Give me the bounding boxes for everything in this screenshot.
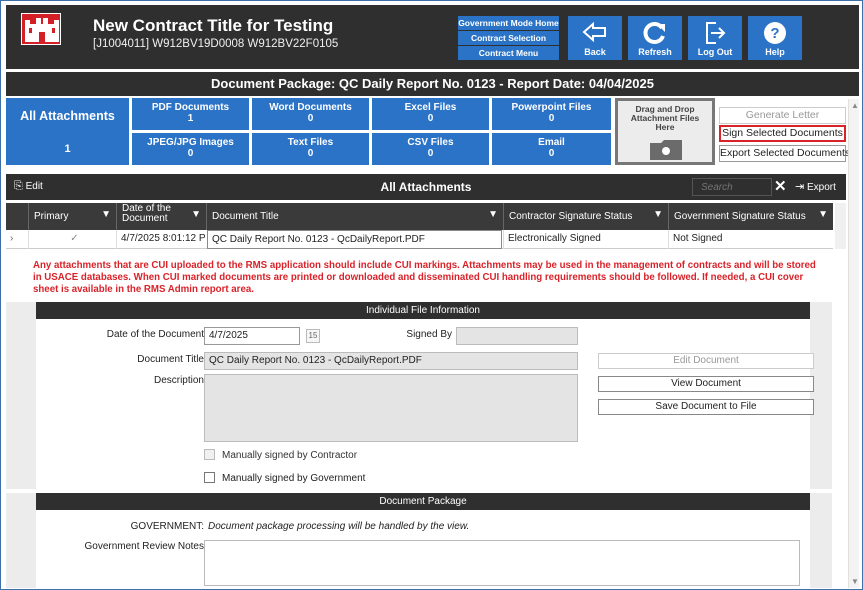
document-title-label: Document Title xyxy=(137,354,204,365)
government-label: GOVERNMENT: xyxy=(130,521,204,532)
log-out-button[interactable]: Log Out xyxy=(688,16,742,60)
save-document-to-file-button[interactable]: Save Document to File xyxy=(598,399,814,415)
tile-excel-files[interactable]: Excel Files 0 xyxy=(372,98,489,130)
back-arrow-icon xyxy=(582,21,606,43)
government-nav: Government Mode Home Contract Selection … xyxy=(458,16,559,61)
drag-drop-label: Drag and Drop Attachment Files Here xyxy=(630,104,700,132)
column-header-date[interactable]: Date of the Document ▼ xyxy=(116,203,206,230)
document-package-panel: Document Package GOVERNMENT: Document pa… xyxy=(6,493,832,588)
refresh-button[interactable]: Refresh xyxy=(628,16,682,60)
table-row[interactable]: › ✓ 4/7/2025 8:01:12 PM QC Daily Report … xyxy=(6,230,833,249)
grid-export-button[interactable]: ⇥ Export xyxy=(795,180,836,193)
description-label: Description xyxy=(153,375,204,386)
calendar-icon[interactable]: 15 xyxy=(306,329,320,343)
signed-by-field[interactable] xyxy=(456,327,578,345)
view-document-button[interactable]: View Document xyxy=(598,376,814,392)
edit-document-button[interactable]: Edit Document xyxy=(598,353,814,369)
usace-castle-logo xyxy=(21,13,61,45)
file-type-tiles: All Attachments 1 PDF Documents 1 Word D… xyxy=(6,98,850,168)
log-out-icon xyxy=(706,22,726,44)
drag-drop-zone[interactable]: Drag and Drop Attachment Files Here xyxy=(615,98,715,165)
column-header-document-title[interactable]: Document Title ▼ xyxy=(206,203,503,230)
primary-checkbox[interactable]: ✓ xyxy=(28,230,116,249)
grid-search-input[interactable] xyxy=(692,178,772,196)
help-button[interactable]: ? Help xyxy=(748,16,802,60)
grid-scrollbar[interactable] xyxy=(835,203,846,249)
contract-menu-button[interactable]: Contract Menu xyxy=(458,46,559,60)
back-button[interactable]: Back xyxy=(568,16,622,60)
tile-word-documents[interactable]: Word Documents 0 xyxy=(252,98,369,130)
file-info-body: Date of the Document 4/7/2025 15 Signed … xyxy=(36,319,814,489)
sign-selected-documents-button[interactable]: Sign Selected Documents xyxy=(719,125,846,142)
clear-search-icon[interactable]: ✕ xyxy=(774,177,787,195)
document-package-body: GOVERNMENT: Document package processing … xyxy=(36,510,810,588)
tile-powerpoint-files[interactable]: Powerpoint Files 0 xyxy=(492,98,611,130)
date-of-document-label: Date of the Document xyxy=(106,329,204,340)
tile-email[interactable]: Email 0 xyxy=(492,133,611,165)
checkbox-box xyxy=(204,472,215,483)
manually-signed-contractor-checkbox[interactable]: Manually signed by Contractor xyxy=(204,449,357,461)
checkbox-box xyxy=(204,449,215,460)
column-header-primary[interactable]: Primary ▼ xyxy=(28,203,116,230)
cell-contractor-signature: Electronically Signed xyxy=(503,230,668,249)
date-of-document-field[interactable]: 4/7/2025 xyxy=(204,327,300,345)
government-mode-home-button[interactable]: Government Mode Home xyxy=(458,16,559,30)
tile-jpeg-images[interactable]: JPEG/JPG Images 0 xyxy=(132,133,249,165)
tile-csv-files[interactable]: CSV Files 0 xyxy=(372,133,489,165)
tile-all-attachments[interactable]: All Attachments 1 xyxy=(6,98,129,165)
document-package-heading: Document Package xyxy=(36,493,810,510)
filter-icon[interactable]: ▼ xyxy=(653,209,663,220)
export-selected-documents-button[interactable]: Export Selected Documents xyxy=(719,145,850,162)
scroll-down-icon[interactable]: ▼ xyxy=(851,577,859,586)
refresh-icon xyxy=(643,22,665,44)
svg-text:?: ? xyxy=(770,25,779,42)
filter-icon[interactable]: ▼ xyxy=(818,209,828,220)
filter-icon[interactable]: ▼ xyxy=(191,209,201,220)
individual-file-information-panel: Individual File Information Date of the … xyxy=(6,302,832,489)
manually-signed-government-checkbox[interactable]: Manually signed by Government xyxy=(204,472,365,484)
grid-header-row: Primary ▼ Date of the Document ▼ Documen… xyxy=(6,203,833,230)
filter-icon[interactable]: ▼ xyxy=(101,209,111,220)
contract-title: New Contract Title for Testing xyxy=(93,16,334,35)
government-review-notes-field[interactable] xyxy=(204,540,800,586)
cell-date: 4/7/2025 8:01:12 PM xyxy=(116,230,206,249)
app-header: New Contract Title for Testing [J1004011… xyxy=(6,5,859,69)
folder-icon xyxy=(650,140,682,160)
app-window: New Contract Title for Testing [J1004011… xyxy=(0,0,863,590)
attachments-grid-toolbar: ⎘ Edit All Attachments ✕ ⇥ Export xyxy=(6,174,846,200)
government-review-notes-label: Government Review Notes xyxy=(84,541,205,552)
cell-document-title[interactable]: QC Daily Report No. 0123 - QcDailyReport… xyxy=(207,230,502,249)
scroll-up-icon[interactable]: ▲ xyxy=(851,101,859,110)
individual-file-information-heading: Individual File Information xyxy=(36,302,810,319)
help-icon: ? xyxy=(764,22,786,44)
document-title-field[interactable]: QC Daily Report No. 0123 - QcDailyReport… xyxy=(204,352,578,370)
contract-selection-button[interactable]: Contract Selection xyxy=(458,31,559,45)
export-icon: ⇥ xyxy=(795,181,805,193)
cell-government-signature: Not Signed xyxy=(668,230,833,249)
row-expand-chevron-icon[interactable]: › xyxy=(6,230,28,249)
government-processing-note: Document package processing will be hand… xyxy=(208,521,470,532)
column-header-contractor-signature[interactable]: Contractor Signature Status ▼ xyxy=(503,203,668,230)
tile-text-files[interactable]: Text Files 0 xyxy=(252,133,369,165)
page-scrollbar[interactable]: ▲ ▼ xyxy=(848,99,859,588)
description-field[interactable] xyxy=(204,374,578,442)
cui-notice: Any attachments that are CUI uploaded to… xyxy=(33,260,816,295)
document-package-banner: Document Package: QC Daily Report No. 01… xyxy=(6,72,859,96)
tile-pdf-documents[interactable]: PDF Documents 1 xyxy=(132,98,249,130)
generate-letter-button[interactable]: Generate Letter xyxy=(719,107,846,124)
signed-by-label: Signed By xyxy=(406,329,452,340)
contract-numbers: [J1004011] W912BV19D0008 W912BV22F0105 xyxy=(93,38,339,50)
column-header-government-signature[interactable]: Government Signature Status ▼ xyxy=(668,203,833,230)
filter-icon[interactable]: ▼ xyxy=(488,209,498,220)
